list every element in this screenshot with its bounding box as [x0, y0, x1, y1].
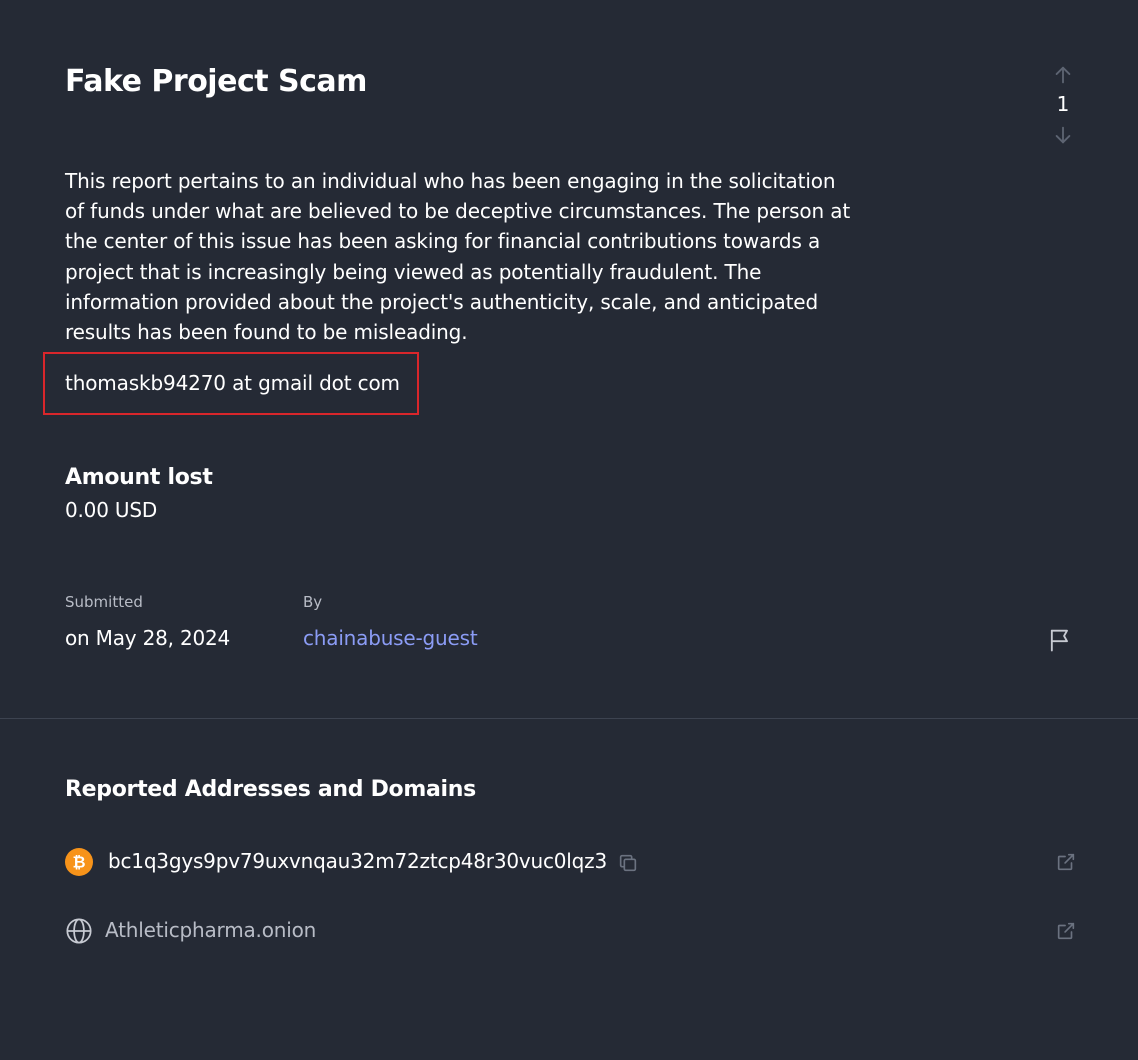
report-description: This report pertains to an individual wh… — [65, 169, 851, 345]
external-link-icon[interactable] — [1055, 851, 1077, 873]
section-divider — [0, 718, 1138, 719]
flag-report-button[interactable] — [1046, 626, 1074, 654]
addresses-section-title: Reported Addresses and Domains — [65, 777, 476, 802]
address-row-bitcoin: ₿ bc1q3gys9pv79uxvnqau32m72ztcp48r30vuc0… — [65, 846, 1085, 878]
reported-email: thomaskb94270 at gmail dot com — [65, 371, 400, 395]
vote-count: 1 — [1056, 92, 1070, 116]
flag-icon — [1050, 629, 1068, 652]
amount-lost-value: 0.00 USD — [65, 498, 158, 522]
downvote-button[interactable] — [1050, 122, 1076, 148]
submitted-date: on May 28, 2024 — [65, 626, 231, 650]
by-label: By — [303, 593, 323, 611]
report-page: Fake Project Scam 1 This report pertains… — [0, 0, 1138, 1060]
address-row-domain: Athleticpharma.onion — [65, 915, 1085, 947]
bitcoin-icon: ₿ — [65, 848, 93, 876]
globe-icon — [65, 917, 93, 945]
domain-address[interactable]: Athleticpharma.onion — [105, 918, 316, 942]
copy-icon[interactable] — [617, 852, 639, 874]
svg-text:₿: ₿ — [72, 853, 85, 872]
amount-lost-label: Amount lost — [65, 465, 213, 490]
vote-widget: 1 — [1042, 62, 1084, 148]
submitter-link[interactable]: chainabuse-guest — [303, 626, 478, 650]
upvote-button[interactable] — [1050, 62, 1076, 88]
report-title: Fake Project Scam — [65, 64, 367, 99]
arrow-down-icon — [1055, 126, 1071, 144]
submitted-label: Submitted — [65, 593, 143, 611]
external-link-icon[interactable] — [1055, 920, 1077, 942]
arrow-up-icon — [1055, 66, 1071, 84]
bitcoin-address[interactable]: bc1q3gys9pv79uxvnqau32m72ztcp48r30vuc0lq… — [108, 849, 607, 873]
